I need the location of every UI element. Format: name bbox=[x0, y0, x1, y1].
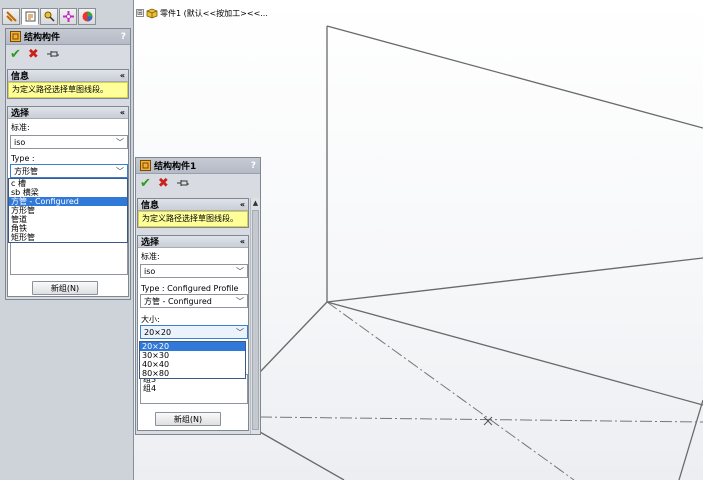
size-option[interactable]: 40×40 bbox=[140, 360, 245, 369]
standard-label: 标准: bbox=[11, 123, 30, 132]
standard-select[interactable]: iso ﹀ bbox=[140, 264, 248, 278]
info-group-header[interactable]: 信息 « bbox=[8, 70, 128, 82]
panel-title: 结构构件 bbox=[24, 33, 61, 43]
size-select[interactable]: 20×20 ﹀ bbox=[140, 325, 248, 339]
scroll-up-icon[interactable]: ▲ bbox=[251, 198, 260, 208]
type-label: Type : Configured Profile bbox=[141, 284, 239, 293]
new-group-button[interactable]: 新组(N) bbox=[32, 281, 98, 295]
info-group-header[interactable]: 信息 « bbox=[138, 199, 248, 211]
panel-scrollbar[interactable]: ▲ bbox=[250, 198, 260, 434]
help-button[interactable]: ? bbox=[121, 32, 126, 42]
size-option[interactable]: 80×80 bbox=[140, 369, 245, 378]
panel-actions: ✔ ✖ bbox=[136, 174, 260, 192]
display-manager-tab[interactable] bbox=[78, 8, 96, 25]
structure-member-panel: 结构构件 ? ✔ ✖ 信息 « 为定义路径选择草图线段。 选择 « 标准: is… bbox=[5, 28, 131, 300]
collapse-icon[interactable]: « bbox=[120, 108, 125, 117]
type-option-selected[interactable]: 方管 - Configured bbox=[9, 197, 127, 206]
configuration-manager-tab[interactable] bbox=[40, 8, 58, 25]
cancel-icon[interactable]: ✖ bbox=[158, 177, 169, 190]
cancel-icon[interactable]: ✖ bbox=[28, 48, 39, 61]
ok-icon[interactable]: ✔ bbox=[10, 48, 21, 61]
left-property-pane: 结构构件 ? ✔ ✖ 信息 « 为定义路径选择草图线段。 选择 « 标准: is… bbox=[0, 0, 134, 480]
type-option[interactable]: c 槽 bbox=[9, 179, 127, 188]
panel-title: 结构构件1 bbox=[154, 162, 197, 172]
standard-value: iso bbox=[14, 137, 26, 147]
size-option[interactable]: 30×30 bbox=[140, 351, 245, 360]
type-select[interactable]: 方管 - Configured ﹀ bbox=[140, 294, 248, 308]
standard-label: 标准: bbox=[141, 252, 160, 261]
groups-listbox[interactable] bbox=[10, 239, 128, 275]
configuration-manager-icon bbox=[44, 11, 55, 22]
ok-icon[interactable]: ✔ bbox=[140, 177, 151, 190]
info-message: 为定义路径选择草图线段。 bbox=[8, 82, 128, 98]
part-name-label: 零件1 (默认<<按加工><<... bbox=[160, 8, 268, 18]
size-label: 大小: bbox=[141, 315, 160, 324]
structure-member-icon bbox=[10, 31, 21, 42]
chevron-down-icon: ﹀ bbox=[236, 328, 244, 337]
panel-title-bar: 结构构件 ? bbox=[6, 29, 130, 45]
info-group: 信息 « 为定义路径选择草图线段。 bbox=[7, 69, 129, 99]
structure-member-1-panel: 结构构件1 ? ✔ ✖ 信息 « 为定义路径选择草图线段。 选择 « 标准: i… bbox=[135, 157, 261, 435]
type-value: 方形管 bbox=[14, 166, 38, 176]
type-option[interactable]: sb 横梁 bbox=[9, 188, 127, 197]
info-header-label: 信息 bbox=[11, 72, 30, 82]
selection-header-label: 选择 bbox=[141, 238, 160, 248]
expand-toggle[interactable]: ⊞ bbox=[136, 9, 144, 17]
size-option-selected[interactable]: 20×20 bbox=[140, 342, 245, 351]
help-button[interactable]: ? bbox=[251, 161, 256, 171]
dimxpert-icon bbox=[62, 11, 74, 22]
selection-group-header[interactable]: 选择 « bbox=[138, 236, 248, 248]
selection-group-header[interactable]: 选择 « bbox=[8, 107, 128, 119]
pushpin-icon[interactable] bbox=[46, 49, 60, 59]
pushpin-icon[interactable] bbox=[176, 178, 190, 188]
structure-member-icon bbox=[140, 160, 151, 171]
panel-actions: ✔ ✖ bbox=[6, 45, 130, 63]
chevron-down-icon: ﹀ bbox=[236, 297, 244, 306]
manager-tabs bbox=[2, 8, 96, 26]
panel-title-bar: 结构构件1 ? bbox=[136, 158, 260, 174]
type-option[interactable]: 角铁 bbox=[9, 224, 127, 233]
selection-group: 选择 « 标准: iso ﹀ Type : Configured Profile… bbox=[137, 235, 249, 431]
group-item[interactable]: 组4 bbox=[143, 384, 247, 393]
chevron-down-icon: ﹀ bbox=[116, 167, 124, 176]
property-manager-icon bbox=[25, 11, 35, 22]
standard-select[interactable]: iso ﹀ bbox=[10, 135, 128, 149]
property-manager-tab[interactable] bbox=[21, 8, 39, 25]
chevron-down-icon: ﹀ bbox=[116, 138, 124, 147]
type-option[interactable]: 矩形管 bbox=[9, 233, 127, 242]
type-select[interactable]: 方形管 ﹀ bbox=[10, 164, 128, 178]
chevron-down-icon: ﹀ bbox=[236, 267, 244, 276]
type-dropdown-list: c 槽 sb 横梁 方管 - Configured 方形管 管道 角铁 矩形管 bbox=[8, 178, 128, 243]
feature-manager-tab[interactable] bbox=[2, 8, 20, 25]
size-dropdown-list: 20×20 30×30 40×40 80×80 bbox=[139, 341, 246, 379]
collapse-icon[interactable]: « bbox=[240, 237, 245, 246]
display-manager-icon bbox=[82, 11, 92, 22]
collapse-icon[interactable]: « bbox=[120, 71, 125, 80]
type-option[interactable]: 方形管 bbox=[9, 206, 127, 215]
new-group-button[interactable]: 新组(N) bbox=[155, 412, 221, 426]
standard-value: iso bbox=[144, 266, 156, 276]
scroll-thumb[interactable] bbox=[252, 210, 259, 430]
info-message: 为定义路径选择草图线段。 bbox=[138, 211, 248, 227]
feature-manager-icon bbox=[5, 11, 17, 22]
info-group: 信息 « 为定义路径选择草图线段。 bbox=[137, 198, 249, 228]
type-label: Type : bbox=[11, 154, 35, 163]
selection-header-label: 选择 bbox=[11, 109, 30, 119]
feature-tree-root[interactable]: ⊞ 零件1 (默认<<按加工><<... bbox=[136, 6, 268, 20]
part-icon bbox=[146, 8, 158, 18]
dimxpert-tab[interactable] bbox=[59, 8, 77, 25]
info-header-label: 信息 bbox=[141, 201, 160, 211]
size-value: 20×20 bbox=[144, 327, 172, 337]
collapse-icon[interactable]: « bbox=[240, 200, 245, 209]
type-option[interactable]: 管道 bbox=[9, 215, 127, 224]
type-value: 方管 - Configured bbox=[144, 296, 212, 306]
